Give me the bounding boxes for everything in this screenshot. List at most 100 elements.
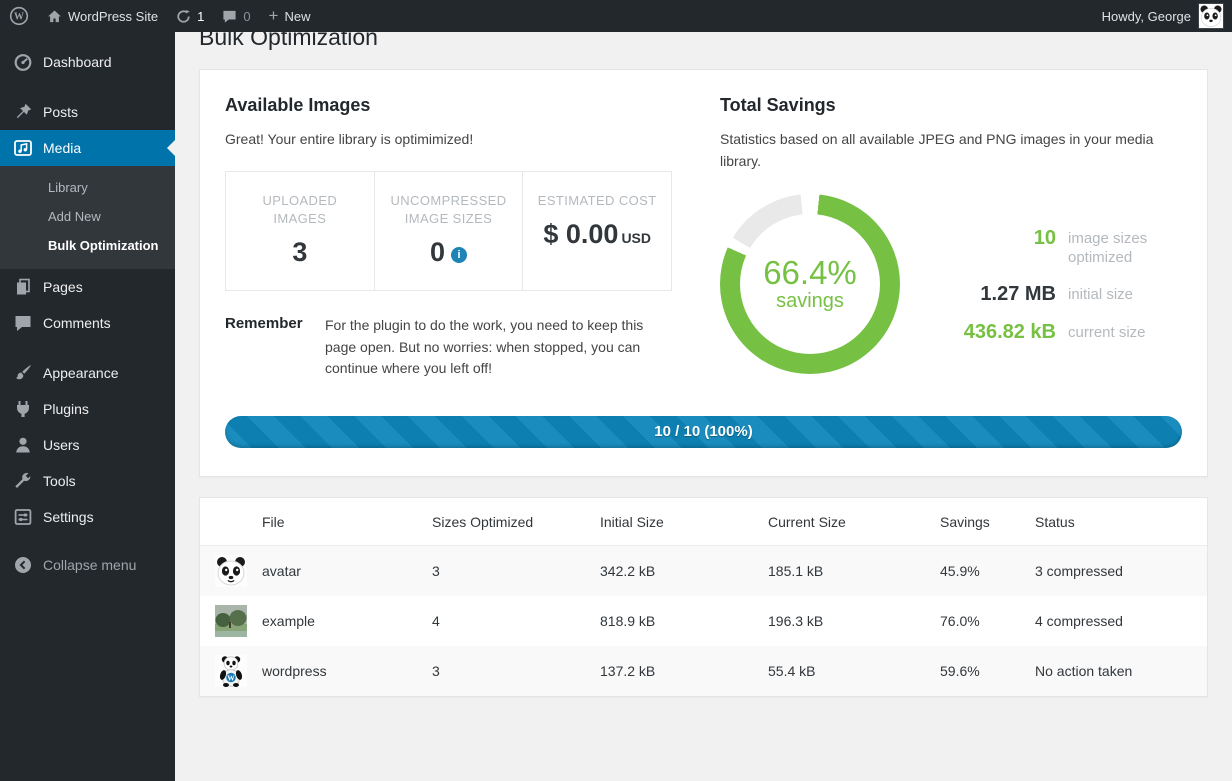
- initial-size-value: 1.27 MB: [938, 283, 1056, 306]
- savings-column-header: Savings: [940, 514, 1035, 530]
- sidebar-item-media[interactable]: Media: [0, 130, 175, 166]
- total-savings-description: Statistics based on all available JPEG a…: [720, 129, 1182, 172]
- sidebar-subitem-bulk-optimization[interactable]: Bulk Optimization: [0, 231, 175, 260]
- sidebar-item-label: Users: [43, 437, 80, 453]
- sidebar-item-settings[interactable]: Settings: [0, 499, 175, 535]
- progress-label: 10 / 10 (100%): [225, 416, 1182, 448]
- sidebar-item-pages[interactable]: Pages: [0, 269, 175, 305]
- savings-cell: 76.0%: [940, 613, 1035, 629]
- file-column-header: File: [262, 514, 432, 530]
- sidebar-item-label: Plugins: [43, 401, 89, 417]
- howdy-account-link[interactable]: Howdy, George: [1095, 9, 1198, 24]
- status-cell: 4 compressed: [1035, 613, 1192, 629]
- current-size-value: 436.82 kB: [938, 321, 1056, 344]
- plugins-icon: [13, 399, 33, 419]
- comments-count: 0: [243, 9, 250, 24]
- savings-caption: savings: [776, 290, 844, 313]
- table-row: W wordpress 3 137.2 kB 55.4 kB 59.6% No …: [200, 646, 1207, 696]
- sizes-optimized-row: 10 image sizes optimized: [938, 227, 1178, 268]
- sidebar-item-dashboard[interactable]: Dashboard: [0, 44, 175, 80]
- comment-bubble-icon: [222, 9, 237, 24]
- new-content-button[interactable]: + New: [260, 0, 320, 32]
- media-submenu: Library Add New Bulk Optimization: [0, 166, 175, 269]
- sizes-optimized-cell: 3: [432, 663, 600, 679]
- pages-icon: [13, 277, 33, 297]
- estimated-cost-label: Estimated Cost: [532, 192, 662, 210]
- admin-sidebar: Dashboard Posts Media Library Add New Bu…: [0, 32, 175, 781]
- main-content: Bulk Optimization Available Images Great…: [175, 0, 1232, 717]
- sizes-optimized-value: 10: [938, 227, 1056, 250]
- sidebar-item-label: Dashboard: [43, 54, 112, 70]
- file-thumbnail: [215, 555, 247, 587]
- file-name[interactable]: wordpress: [262, 663, 432, 679]
- sidebar-item-users[interactable]: Users: [0, 427, 175, 463]
- bulk-progress-bar: 10 / 10 (100%): [225, 416, 1182, 448]
- sidebar-item-posts[interactable]: Posts: [0, 94, 175, 130]
- site-name: WordPress Site: [68, 9, 158, 24]
- info-icon[interactable]: i: [451, 247, 467, 263]
- sizes-optimized-label: image sizes optimized: [1068, 227, 1178, 268]
- image-stats-box: Uploaded Images 3 Uncompressed Image Siz…: [225, 171, 672, 291]
- uploaded-images-value: 3: [230, 237, 370, 268]
- initial-size-cell: 342.2 kB: [600, 563, 768, 579]
- sidebar-item-comments[interactable]: Comments: [0, 305, 175, 341]
- initial-size-label: initial size: [1068, 283, 1133, 305]
- settings-icon: [13, 507, 33, 527]
- available-images-heading: Available Images: [225, 95, 672, 116]
- file-name[interactable]: example: [262, 613, 432, 629]
- initial-size-cell: 137.2 kB: [600, 663, 768, 679]
- collapse-menu-label: Collapse menu: [43, 557, 136, 573]
- remember-text: For the plugin to do the work, you need …: [325, 315, 672, 380]
- uncompressed-sizes-value: 0i: [379, 237, 519, 268]
- svg-text:W: W: [227, 674, 235, 683]
- savings-cell: 45.9%: [940, 563, 1035, 579]
- file-thumbnail: [215, 605, 247, 637]
- sidebar-item-tools[interactable]: Tools: [0, 463, 175, 499]
- status-column-header: Status: [1035, 514, 1192, 530]
- appearance-icon: [13, 363, 33, 383]
- savings-cell: 59.6%: [940, 663, 1035, 679]
- uncompressed-sizes-stat: Uncompressed Image Sizes 0i: [374, 172, 523, 290]
- sidebar-item-label: Comments: [43, 315, 111, 331]
- sidebar-subitem-library[interactable]: Library: [0, 173, 175, 202]
- sizes-optimized-column-header: Sizes Optimized: [432, 514, 600, 530]
- donut-center: 66.4% savings: [740, 214, 880, 354]
- tools-icon: [13, 471, 33, 491]
- sidebar-subitem-add-new[interactable]: Add New: [0, 202, 175, 231]
- collapse-menu-button[interactable]: Collapse menu: [0, 547, 175, 583]
- remember-label: Remember: [225, 315, 325, 380]
- estimated-cost-number: $ 0.00: [543, 219, 618, 249]
- status-cell: No action taken: [1035, 663, 1192, 679]
- uploaded-images-stat: Uploaded Images 3: [226, 172, 374, 290]
- sidebar-item-label: Pages: [43, 279, 83, 295]
- panda-avatar-thumbnail: [215, 555, 247, 587]
- sidebar-item-appearance[interactable]: Appearance: [0, 355, 175, 391]
- landscape-thumbnail: [215, 605, 247, 637]
- uncompressed-sizes-number: 0: [430, 237, 445, 267]
- updates-indicator[interactable]: 1: [167, 0, 213, 32]
- comments-indicator[interactable]: 0: [213, 0, 259, 32]
- media-icon: [13, 138, 33, 158]
- table-row: avatar 3 342.2 kB 185.1 kB 45.9% 3 compr…: [200, 546, 1207, 596]
- file-name[interactable]: avatar: [262, 563, 432, 579]
- sidebar-item-label: Tools: [43, 473, 76, 489]
- wordpress-logo-icon[interactable]: W: [0, 0, 38, 32]
- svg-text:W: W: [14, 12, 24, 23]
- total-savings-section: Total Savings Statistics based on all av…: [720, 95, 1182, 380]
- sidebar-item-label: Settings: [43, 509, 94, 525]
- home-icon: [47, 9, 62, 24]
- sidebar-item-plugins[interactable]: Plugins: [0, 391, 175, 427]
- current-size-cell: 185.1 kB: [768, 563, 940, 579]
- site-name-link[interactable]: WordPress Site: [38, 0, 167, 32]
- uncompressed-sizes-label: Uncompressed Image Sizes: [384, 192, 514, 228]
- initial-size-column-header: Initial Size: [600, 514, 768, 530]
- collapse-arrow-icon: [13, 555, 33, 575]
- savings-percent: 66.4%: [763, 256, 857, 291]
- available-images-section: Available Images Great! Your entire libr…: [225, 95, 672, 380]
- sizes-optimized-cell: 3: [432, 563, 600, 579]
- update-icon: [176, 9, 191, 24]
- current-size-cell: 55.4 kB: [768, 663, 940, 679]
- library-status-message: Great! Your entire library is optimimize…: [225, 129, 672, 151]
- panda-wordpress-thumbnail: W: [215, 655, 247, 687]
- avatar[interactable]: [1198, 3, 1224, 29]
